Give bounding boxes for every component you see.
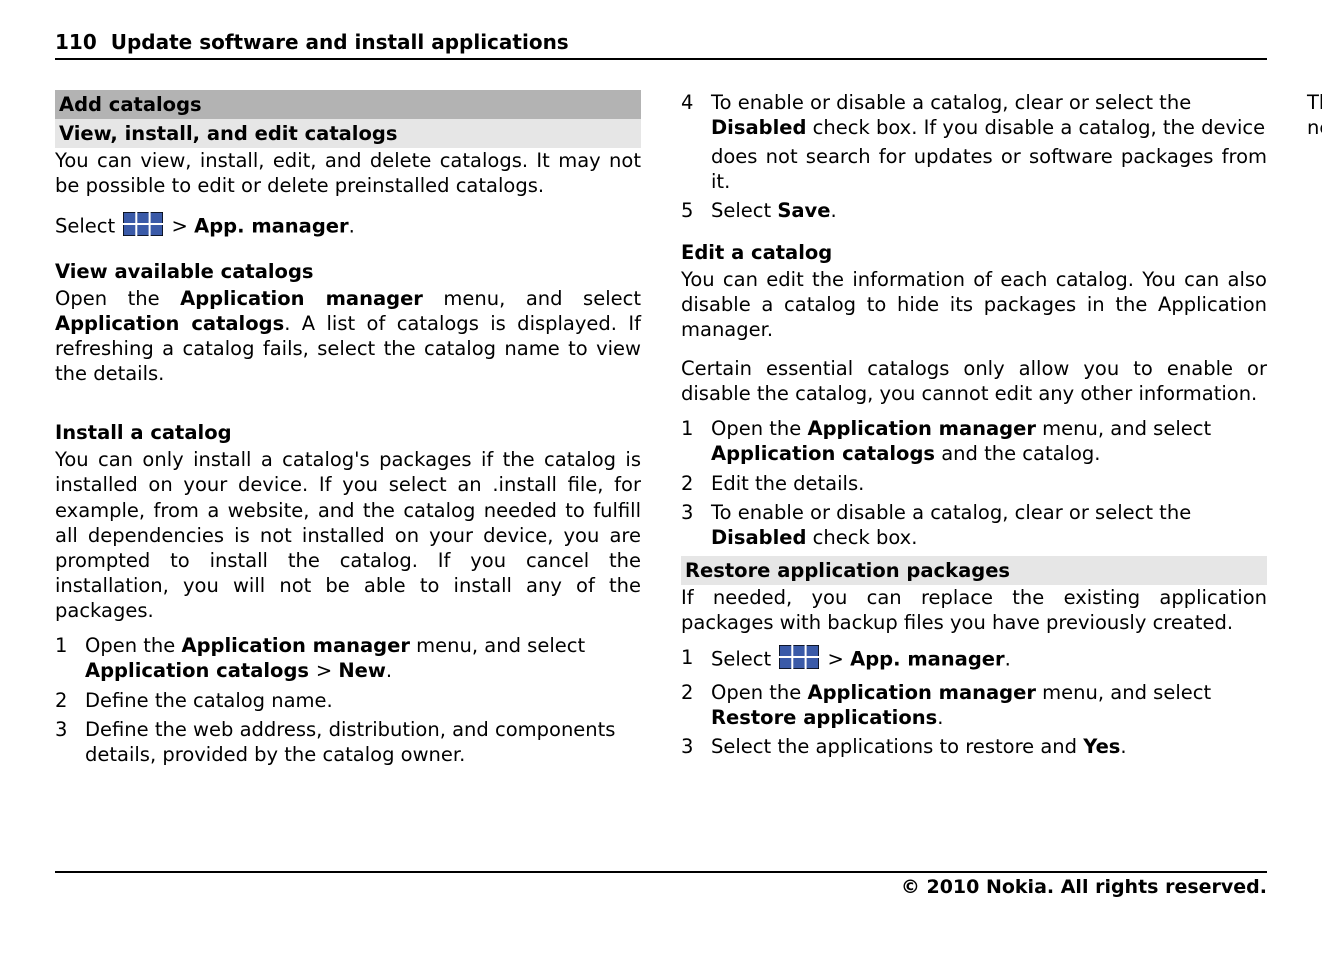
section-heading-add-catalogs: Add catalogs bbox=[55, 90, 641, 119]
restore-step-2: 2 Open the Application manager menu, and… bbox=[681, 680, 1267, 730]
heading-install-catalog: Install a catalog bbox=[55, 420, 641, 445]
section-heading-restore: Restore application packages bbox=[681, 556, 1267, 585]
install-step-1: 1 Open the Application manager menu, and… bbox=[55, 633, 641, 683]
view-catalogs-body: Open the Application manager menu, and s… bbox=[55, 286, 641, 387]
section-heading-view-install-edit: View, install, and edit catalogs bbox=[55, 119, 641, 148]
running-header: 110 Update software and install applicati… bbox=[55, 30, 1267, 60]
restore-steps: 1 Select > App. manager. 2 Open the Appl… bbox=[681, 645, 1267, 759]
install-step-5: 5 Select Save. bbox=[681, 198, 1267, 223]
app-manager-label: App. manager bbox=[194, 215, 349, 238]
install-step-4-continued: does not search for updates or software … bbox=[681, 144, 1267, 194]
edit-catalog-body-2: Certain essential catalogs only allow yo… bbox=[681, 356, 1267, 406]
select-prefix: Select bbox=[55, 215, 121, 238]
restore-tail: The applications are retrieved from cata… bbox=[1307, 90, 1322, 140]
select-line: Select > App. manager. bbox=[55, 212, 641, 242]
install-step-3: 3 Define the web address, distribution, … bbox=[55, 717, 641, 767]
page: 110 Update software and install applicati… bbox=[0, 0, 1322, 830]
app-grid-icon bbox=[779, 645, 819, 675]
intro-paragraph: You can view, install, edit, and delete … bbox=[55, 148, 641, 198]
restore-step-1: 1 Select > App. manager. bbox=[681, 645, 1267, 675]
restore-body: If needed, you can replace the existing … bbox=[681, 585, 1267, 635]
install-step-4: 4 To enable or disable a catalog, clear … bbox=[681, 90, 1267, 140]
install-catalog-body: You can only install a catalog's package… bbox=[55, 447, 641, 623]
edit-step-3: 3 To enable or disable a catalog, clear … bbox=[681, 500, 1267, 550]
app-grid-icon bbox=[123, 212, 163, 242]
period: . bbox=[349, 215, 355, 238]
content-columns: Add catalogs View, install, and edit cat… bbox=[55, 90, 1267, 810]
footer-copyright: © 2010 Nokia. All rights reserved. bbox=[55, 871, 1267, 900]
install-steps-cont: 5 Select Save. bbox=[681, 198, 1267, 223]
edit-catalog-body-1: You can edit the information of each cat… bbox=[681, 267, 1267, 342]
select-suffix: > bbox=[165, 215, 194, 238]
edit-step-1: 1 Open the Application manager menu, and… bbox=[681, 416, 1267, 466]
edit-steps: 1 Open the Application manager menu, and… bbox=[681, 416, 1267, 550]
heading-edit-catalog: Edit a catalog bbox=[681, 240, 1267, 265]
edit-step-2: 2 Edit the details. bbox=[681, 471, 1267, 496]
install-step-2: 2 Define the catalog name. bbox=[55, 688, 641, 713]
page-title: Update software and install applications bbox=[111, 30, 569, 54]
restore-step-3: 3 Select the applications to restore and… bbox=[681, 734, 1267, 759]
page-number: 110 bbox=[55, 30, 97, 54]
heading-view-catalogs: View available catalogs bbox=[55, 259, 641, 284]
